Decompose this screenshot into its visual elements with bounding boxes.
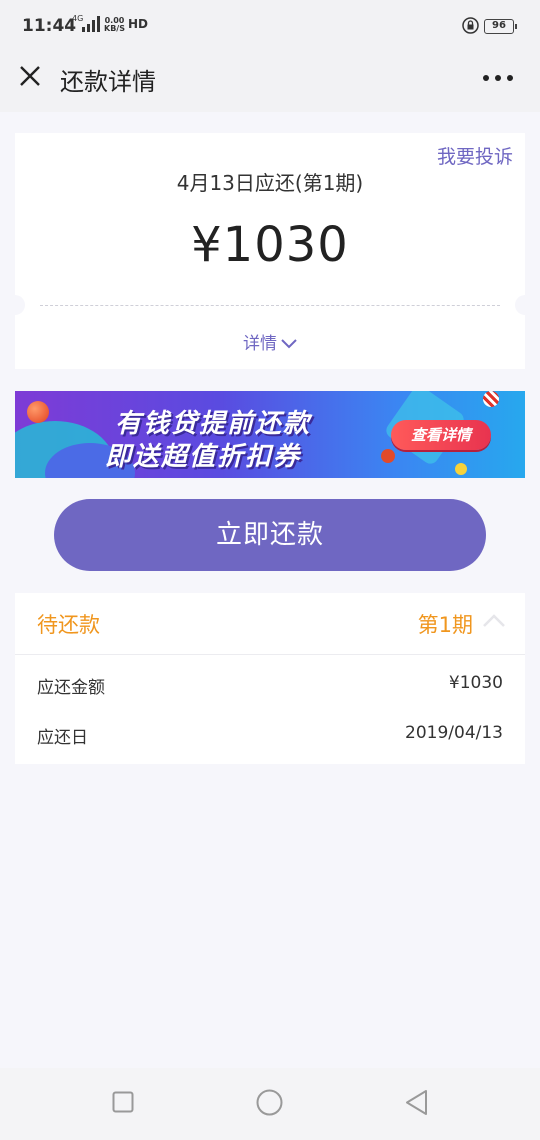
pending-header[interactable]: 待还款 第1期 [15,593,525,655]
close-icon[interactable] [18,64,42,88]
system-nav-bar [0,1068,540,1140]
banner-view-details-button[interactable]: 查看详情 [391,420,491,450]
amount-row-label: 应还金额 [37,678,105,698]
banner-headline: 有钱贷提前还款 [115,409,312,439]
top-nav-bar: 还款详情 [0,52,540,112]
due-amount: ¥1030 [191,217,349,273]
complaint-link[interactable]: 我要投诉 [437,142,513,169]
circle-icon[interactable] [256,1089,283,1116]
square-icon[interactable] [112,1091,134,1113]
banner-ball-decoration [483,391,499,407]
banner-ball-decoration [455,463,467,475]
due-date-label: 4月13日应还(第1期) [176,171,364,195]
dashed-divider [40,305,500,306]
due-date-row-value: 2019/04/13 [405,723,503,743]
due-date-row-label: 应还日 [37,728,88,748]
bill-summary-card: 我要投诉 4月13日应还(第1期) ¥1030 详情 [5,133,535,369]
lock-rotation-icon [462,17,479,34]
battery-indicator: 96 [484,19,517,34]
promo-banner[interactable]: 有钱贷提前还款 即送超值折扣券 查看详情 [15,391,525,478]
banner-subheadline: 即送超值折扣券 [105,442,302,472]
banner-ball-decoration [27,401,49,423]
ticket-notch-right [515,295,535,315]
repay-now-button[interactable]: 立即还款 [54,499,486,571]
details-toggle[interactable]: 详情 [15,329,525,354]
speed-unit: KB/S [104,24,125,33]
period-label: 第1期 [417,613,473,637]
chevron-down-icon [281,339,297,349]
hd-indicator: HD [128,17,149,31]
chevron-up-icon[interactable] [483,613,505,627]
network-speed: 0.00 KB/S [104,17,125,33]
pending-title: 待还款 [37,613,100,637]
status-bar: 11:44 4G 0.00 KB/S HD 96 [0,0,540,52]
more-icon[interactable] [482,74,514,82]
pending-repayment-card: 待还款 第1期 应还金额 ¥1030 应还日 2019/04/13 [15,593,525,764]
amount-row-value: ¥1030 [448,673,503,693]
ticket-notch-left [5,295,25,315]
back-triangle-icon[interactable] [404,1089,428,1116]
details-toggle-label: 详情 [243,334,277,354]
banner-ball-decoration [381,449,395,463]
page-title: 还款详情 [60,68,156,96]
status-time: 11:44 [22,16,77,36]
signal-icon [82,16,100,32]
